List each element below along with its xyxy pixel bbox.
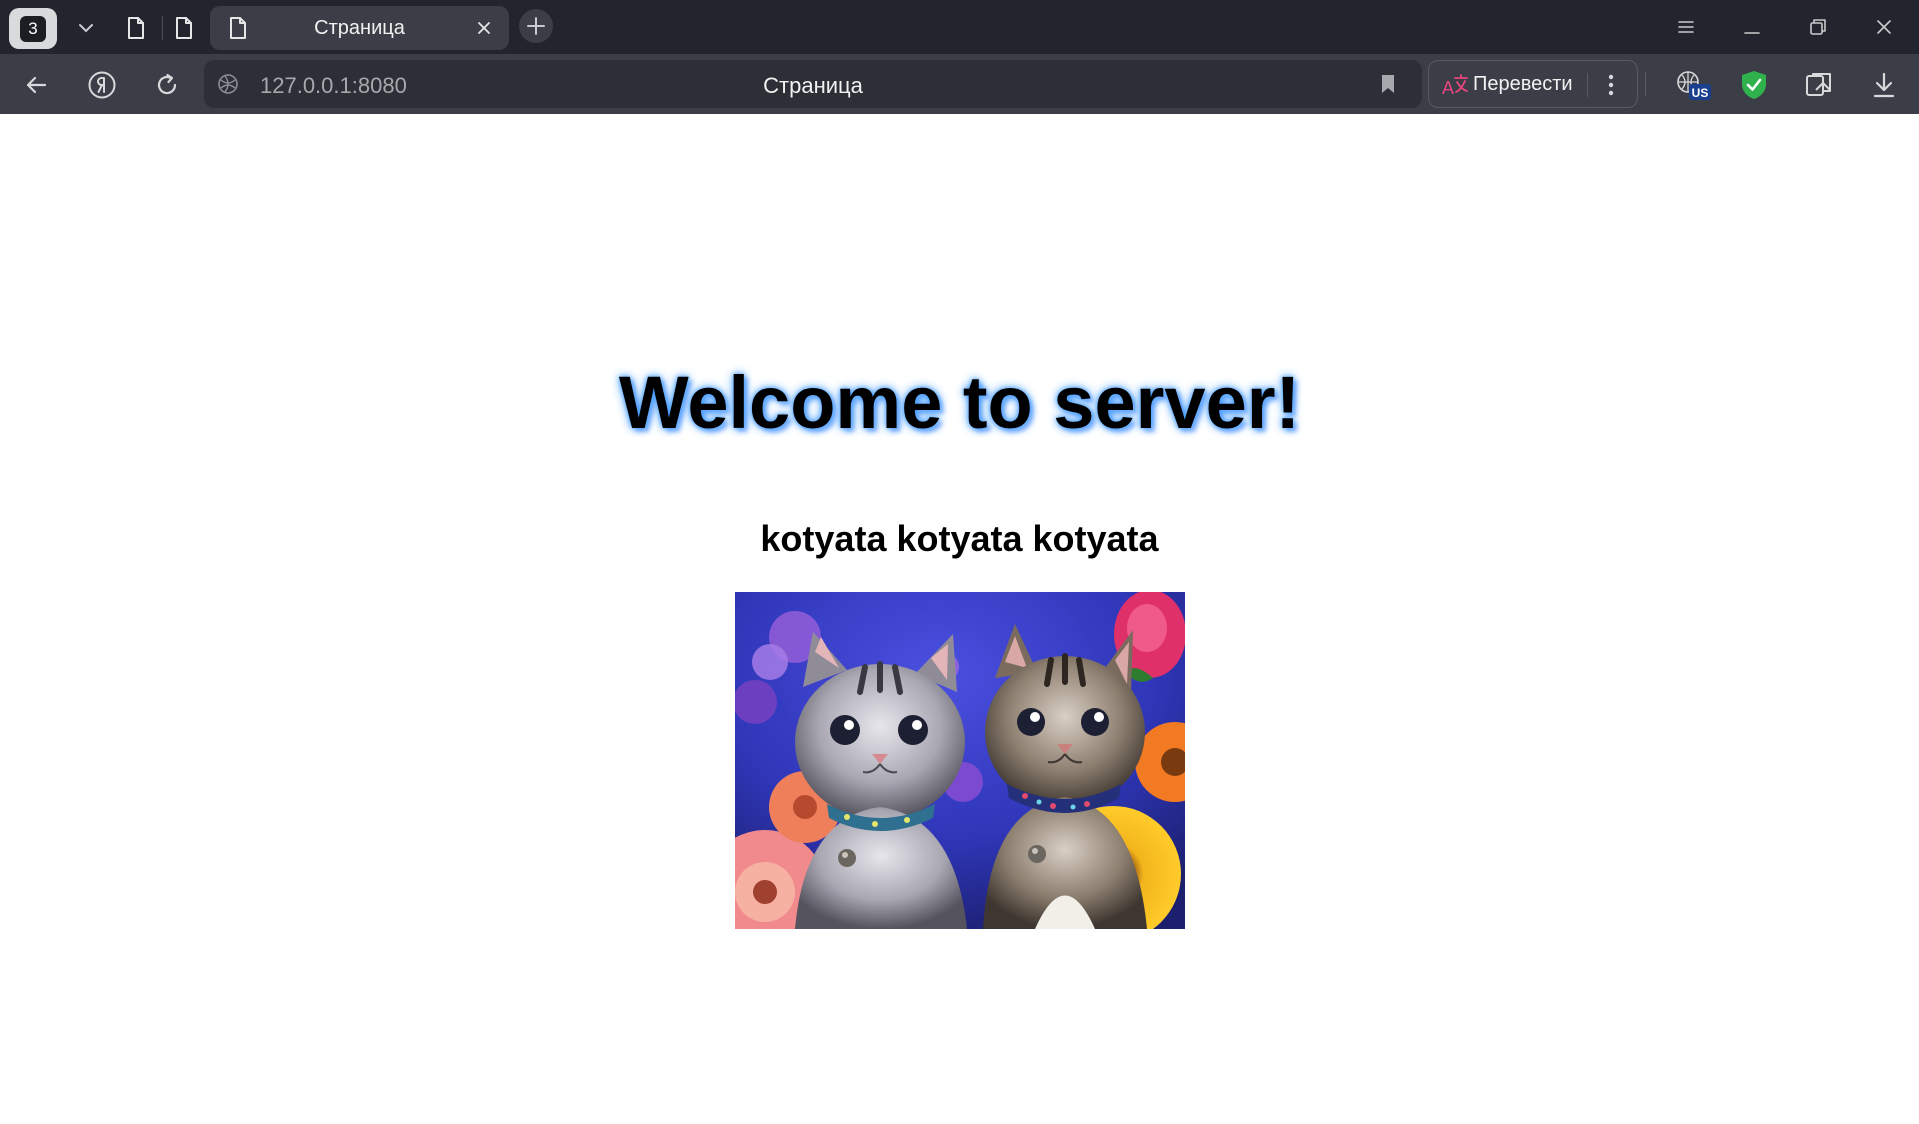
translate-label: Перевести bbox=[1473, 73, 1573, 95]
site-info-icon[interactable] bbox=[216, 72, 240, 96]
restore-button[interactable] bbox=[1798, 10, 1838, 44]
translate-options-button[interactable] bbox=[1595, 71, 1627, 99]
document-icon bbox=[176, 17, 192, 39]
bookmark-icon bbox=[1382, 75, 1394, 93]
plus-icon bbox=[527, 17, 545, 35]
tab-count: 3 bbox=[20, 15, 46, 42]
reload-button[interactable] bbox=[148, 66, 186, 104]
reload-icon bbox=[157, 73, 177, 95]
browser-menu-button[interactable] bbox=[1666, 10, 1706, 44]
tab-strip: 3 Страница bbox=[0, 0, 1919, 54]
close-icon bbox=[478, 22, 490, 34]
tab-counter-button[interactable]: 3 bbox=[9, 8, 57, 49]
page-subheading: kotyata kotyata kotyata bbox=[760, 518, 1159, 559]
back-button[interactable] bbox=[17, 66, 55, 104]
tab-list-dropdown-button[interactable] bbox=[68, 10, 104, 46]
page-viewport: Welcome to server! kotyata kotyata kotya… bbox=[0, 114, 1919, 1124]
tab-separator bbox=[162, 16, 163, 40]
downloads-button[interactable] bbox=[1865, 66, 1903, 104]
restore-icon bbox=[1810, 19, 1826, 35]
translate-button[interactable]: A Перевести bbox=[1428, 60, 1638, 108]
new-tab-button[interactable] bbox=[519, 9, 553, 43]
back-arrow-icon bbox=[26, 76, 47, 94]
address-bar[interactable]: 127.0.0.1:8080 Страница bbox=[204, 60, 1422, 108]
collections-icon bbox=[1806, 73, 1831, 96]
protect-button[interactable] bbox=[1735, 66, 1773, 104]
pinned-tab-1[interactable] bbox=[118, 10, 154, 46]
close-tab-button[interactable] bbox=[471, 15, 497, 41]
vpn-extension-button[interactable]: US bbox=[1670, 66, 1714, 104]
minimize-button[interactable] bbox=[1732, 10, 1772, 44]
active-tab[interactable]: Страница bbox=[210, 6, 509, 50]
download-icon bbox=[1873, 72, 1895, 98]
document-icon bbox=[224, 14, 252, 42]
translate-separator bbox=[1587, 73, 1588, 97]
translate-icon: A bbox=[1442, 74, 1468, 98]
yandex-icon bbox=[88, 71, 116, 99]
toolbar-separator bbox=[1645, 72, 1646, 96]
shield-check-icon bbox=[1742, 71, 1766, 99]
bookmark-button[interactable] bbox=[1376, 72, 1400, 96]
close-icon bbox=[1877, 20, 1891, 34]
navigation-toolbar: 127.0.0.1:8080 Страница A Перевести US bbox=[0, 54, 1919, 114]
globe-vpn-icon: US bbox=[1677, 71, 1711, 100]
document-icon bbox=[128, 17, 144, 39]
chevron-down-icon bbox=[79, 24, 93, 33]
url-text[interactable]: 127.0.0.1:8080 bbox=[260, 73, 407, 99]
vpn-badge-text: US bbox=[1692, 86, 1709, 100]
page-heading: Welcome to server! bbox=[618, 361, 1301, 444]
close-window-button[interactable] bbox=[1864, 10, 1904, 44]
menu-icon bbox=[1678, 21, 1694, 33]
pinned-tab-2[interactable] bbox=[166, 10, 202, 46]
kittens-photo bbox=[735, 592, 1185, 929]
more-vertical-icon bbox=[1608, 74, 1614, 96]
collections-button[interactable] bbox=[1800, 66, 1838, 104]
minimize-icon bbox=[1744, 32, 1760, 34]
tab-title: Страница bbox=[314, 17, 405, 39]
yandex-button[interactable] bbox=[83, 66, 121, 104]
svg-text:A: A bbox=[1442, 78, 1454, 98]
